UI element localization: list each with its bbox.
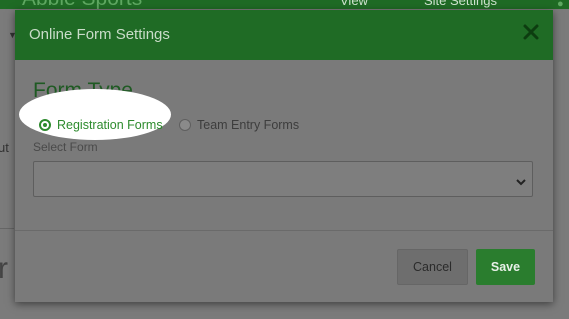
- background-text: ut: [0, 140, 9, 155]
- brand-logo[interactable]: Abbie Sports: [22, 0, 142, 9]
- radio-label: Registration Forms: [57, 118, 163, 132]
- radio-label: Team Entry Forms: [197, 118, 300, 132]
- radio-team-entry-forms[interactable]: Team Entry Forms: [179, 115, 299, 135]
- user-icon[interactable]: ●: [557, 0, 567, 9]
- cancel-button[interactable]: Cancel: [397, 249, 468, 285]
- radio-checked-icon[interactable]: [39, 119, 51, 131]
- close-icon[interactable]: [521, 22, 541, 42]
- section-heading: Form Type: [33, 79, 133, 102]
- top-navbar: Abbie Sports View Site Settings ●: [0, 0, 569, 9]
- modal-footer-divider: [15, 230, 553, 231]
- background-divider: [0, 228, 14, 229]
- radio-unchecked-icon[interactable]: [179, 119, 191, 131]
- nav-site-settings-link[interactable]: Site Settings: [424, 0, 497, 8]
- modal-header: Online Form Settings: [15, 10, 553, 60]
- radio-registration-forms-highlighted[interactable]: Registration Forms: [39, 115, 163, 135]
- background-text: r: [0, 252, 8, 285]
- modal-title: Online Form Settings: [29, 26, 170, 43]
- select-form-dropdown[interactable]: [33, 161, 533, 197]
- modal-body: Form Type Registration Forms Team Entry …: [15, 60, 553, 230]
- save-button[interactable]: Save: [476, 249, 535, 285]
- nav-view-link[interactable]: View: [340, 0, 368, 8]
- chevron-down-icon: [516, 174, 526, 186]
- online-form-settings-modal: Online Form Settings Form Type Registrat…: [15, 10, 553, 302]
- select-form-label: Select Form: [33, 140, 98, 154]
